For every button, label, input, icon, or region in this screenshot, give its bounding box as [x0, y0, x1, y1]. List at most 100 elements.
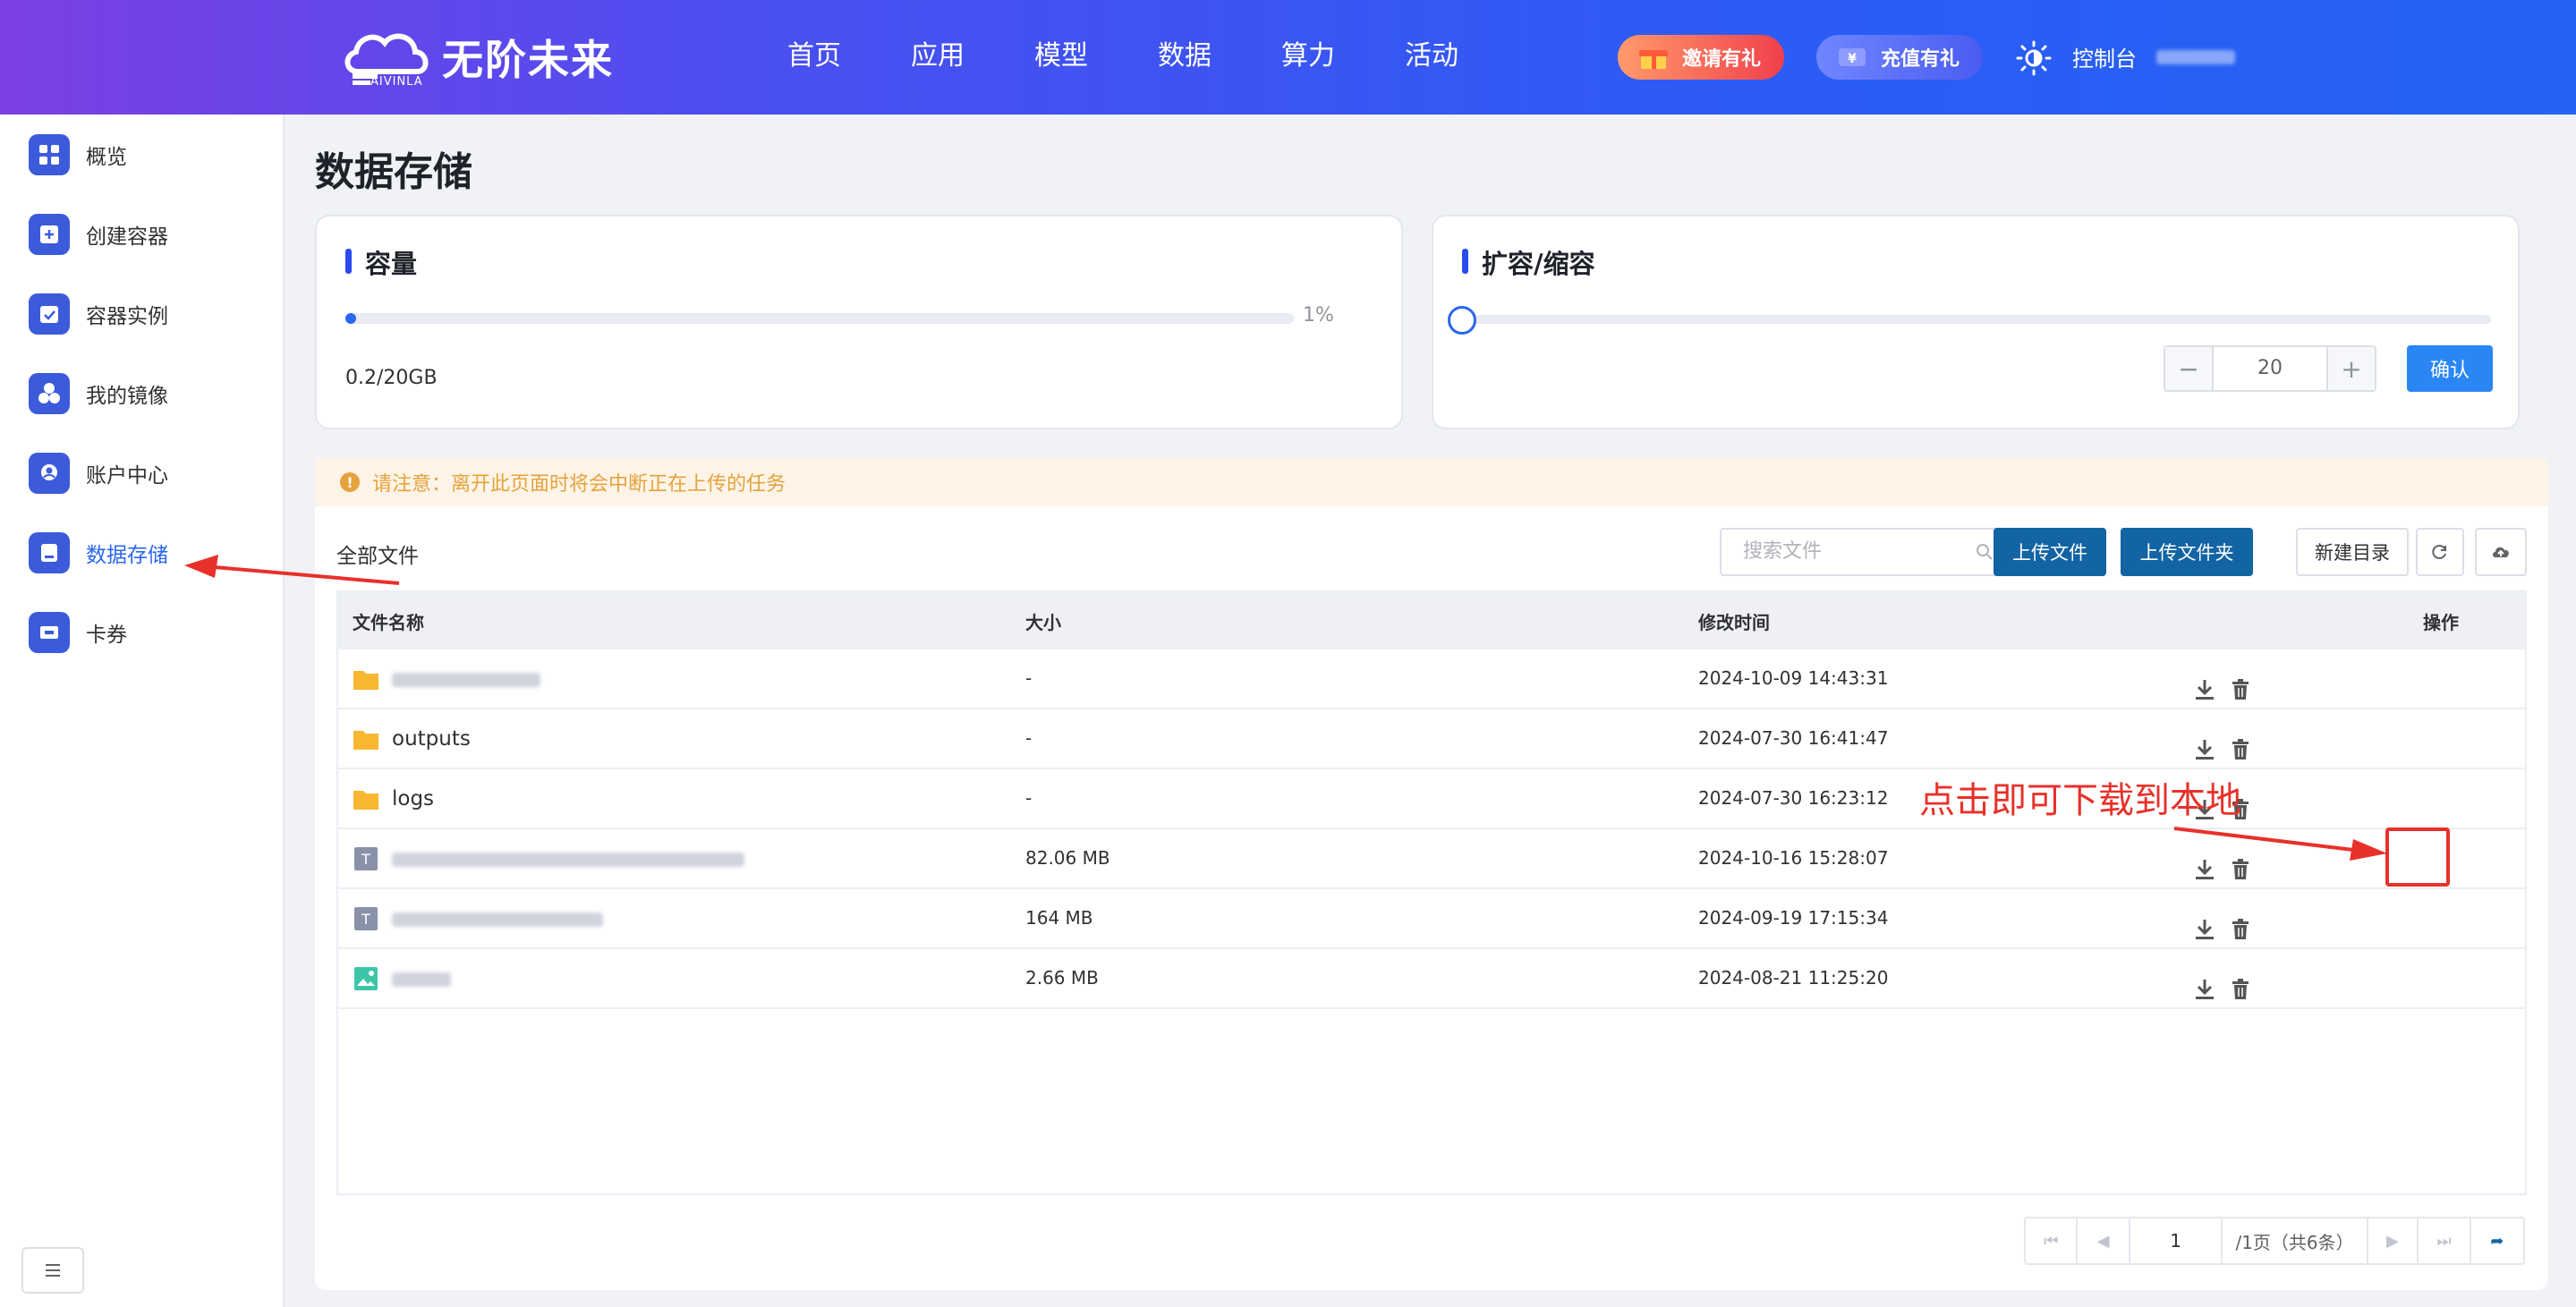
page-info: /1页（共6条）: [2235, 1231, 2354, 1253]
go-page-button[interactable]: ➦: [2471, 1218, 2523, 1263]
sidebar-item-data-storage[interactable]: 数据存储: [0, 522, 285, 584]
file-modified: 2024-07-30 16:23:12: [1698, 787, 1889, 809]
checkbox-icon: [29, 293, 70, 335]
upload-folder-button[interactable]: 上传文件夹: [2121, 528, 2253, 576]
confirm-button[interactable]: 确认: [2407, 345, 2493, 392]
console-link[interactable]: 控制台: [2072, 41, 2137, 72]
capacity-progress-fill: [345, 313, 356, 324]
sidebar-item-overview[interactable]: 概览: [0, 123, 285, 186]
sidebar-item-create-container[interactable]: 创建容器: [0, 203, 285, 266]
search-icon: [1977, 544, 1993, 560]
file-size: 82.06 MB: [1025, 847, 1110, 869]
svg-text:¥: ¥: [1848, 52, 1857, 66]
col-name: 文件名称: [353, 612, 424, 633]
page-title: 数据存储: [315, 149, 472, 195]
grid-icon: [29, 134, 70, 175]
last-page-button[interactable]: ⏭: [2419, 1218, 2471, 1263]
increment-button[interactable]: +: [2328, 347, 2375, 390]
capacity-input[interactable]: 20: [2212, 347, 2328, 390]
plus-box-icon: [29, 214, 70, 255]
upload-notice: ! 请注意：离开此页面时将会中断正在上传的任务: [315, 458, 2548, 506]
capacity-stepper: − 20 +: [2164, 345, 2376, 392]
delete-icon[interactable]: [2232, 979, 2249, 1000]
download-icon[interactable]: [2194, 858, 2215, 881]
nav-compute[interactable]: 算力: [1281, 34, 1405, 79]
brand-subtitle: AIVINLA: [370, 75, 423, 89]
decrement-button[interactable]: −: [2165, 347, 2212, 390]
sidebar-item-account-center[interactable]: 账户中心: [0, 442, 285, 505]
svg-text:T: T: [361, 851, 370, 868]
hexagons-icon: [29, 373, 70, 414]
nav-events[interactable]: 活动: [1405, 34, 1528, 79]
prev-page-button[interactable]: ◀: [2078, 1218, 2130, 1263]
nav-models[interactable]: 模型: [1034, 34, 1158, 79]
delete-icon[interactable]: [2232, 739, 2249, 760]
download-icon[interactable]: [2194, 678, 2215, 701]
download-icon[interactable]: [2194, 738, 2215, 761]
breadcrumb[interactable]: 全部文件: [336, 539, 419, 569]
storage-icon: [29, 532, 70, 573]
first-page-button[interactable]: ⏮: [2026, 1218, 2079, 1263]
user-badge-icon: [29, 453, 70, 494]
svg-text:T: T: [361, 911, 370, 928]
file-size: -: [1025, 727, 1033, 749]
sidebar: 概览 创建容器 容器实例 我的镜像 账户中心 数据存储 卡券: [0, 115, 285, 1307]
nav-apps[interactable]: 应用: [911, 34, 1034, 79]
col-size: 大小: [1025, 612, 1061, 633]
files-panel: 全部文件 搜索文件 上传文件 上传文件夹 新建目录 文件名称 大小 修改时间 操…: [315, 506, 2548, 1290]
text-file-icon: T: [354, 847, 378, 870]
next-page-button[interactable]: ▶: [2366, 1218, 2419, 1263]
sidebar-item-label: 容器实例: [86, 305, 168, 328]
col-actions: 操作: [2423, 612, 2459, 633]
sidebar-item-my-images[interactable]: 我的镜像: [0, 362, 285, 425]
folder-icon: [353, 791, 378, 810]
gift-icon: [1639, 50, 1668, 69]
file-name[interactable]: logs: [392, 787, 434, 811]
file-size: 164 MB: [1025, 907, 1093, 929]
download-highlight-box: [2385, 827, 2450, 887]
nav-data[interactable]: 数据: [1158, 34, 1281, 79]
capacity-used: 0.2/20GB: [345, 367, 438, 389]
theme-toggle-icon[interactable]: [2016, 40, 2052, 76]
refresh-icon: [2432, 545, 2446, 559]
new-directory-button[interactable]: 新建目录: [2296, 528, 2409, 576]
sidebar-item-coupons[interactable]: 卡券: [0, 601, 285, 664]
file-modified: 2024-10-16 15:28:07: [1698, 847, 1889, 869]
file-name-blurred: [392, 673, 540, 687]
capacity-card: 容量 1% 0.2/20GB: [315, 215, 1403, 429]
file-name[interactable]: outputs: [392, 727, 471, 751]
cloud-upload-button[interactable]: [2475, 528, 2527, 576]
page-input[interactable]: 1: [2130, 1218, 2223, 1263]
ticket-icon: [29, 612, 70, 653]
delete-icon[interactable]: [2232, 859, 2249, 880]
sidebar-item-label: 数据存储: [86, 544, 168, 567]
download-icon[interactable]: [2194, 918, 2215, 941]
brand-logo[interactable]: 无阶未来 AIVINLA: [340, 25, 614, 89]
invite-button[interactable]: 邀请有礼: [1618, 35, 1784, 80]
recharge-button[interactable]: ¥ 充值有礼: [1816, 35, 1983, 80]
search-input[interactable]: 搜索文件: [1720, 528, 2008, 576]
delete-icon[interactable]: [2232, 919, 2249, 940]
search-placeholder: 搜索文件: [1743, 540, 1823, 563]
download-icon[interactable]: [2194, 978, 2215, 1001]
invite-label: 邀请有礼: [1682, 48, 1762, 71]
sidebar-item-container-instances[interactable]: 容器实例: [0, 283, 285, 345]
upload-file-button[interactable]: 上传文件: [1994, 528, 2106, 576]
file-size: -: [1025, 667, 1033, 689]
capacity-slider-handle[interactable]: [1448, 306, 1476, 335]
file-size: -: [1025, 787, 1033, 809]
table-header: 文件名称 大小 修改时间 操作: [338, 592, 2525, 649]
expand-card: 扩容/缩容 − 20 + 确认: [1432, 215, 2520, 429]
username-blurred[interactable]: [2156, 50, 2235, 64]
delete-icon[interactable]: [2232, 679, 2249, 700]
file-size: 2.66 MB: [1025, 967, 1099, 989]
sidebar-collapse-button[interactable]: [21, 1247, 84, 1294]
refresh-button[interactable]: [2416, 528, 2464, 576]
recharge-label: 充值有礼: [1881, 48, 1960, 71]
file-modified: 2024-10-09 14:43:31: [1698, 667, 1889, 689]
file-modified: 2024-08-21 11:25:20: [1698, 967, 1889, 989]
nav-home[interactable]: 首页: [787, 34, 911, 79]
image-file-icon: [354, 967, 378, 990]
capacity-slider[interactable]: [1462, 315, 2491, 324]
main-nav: 首页 应用 模型 数据 算力 活动: [787, 34, 1528, 79]
